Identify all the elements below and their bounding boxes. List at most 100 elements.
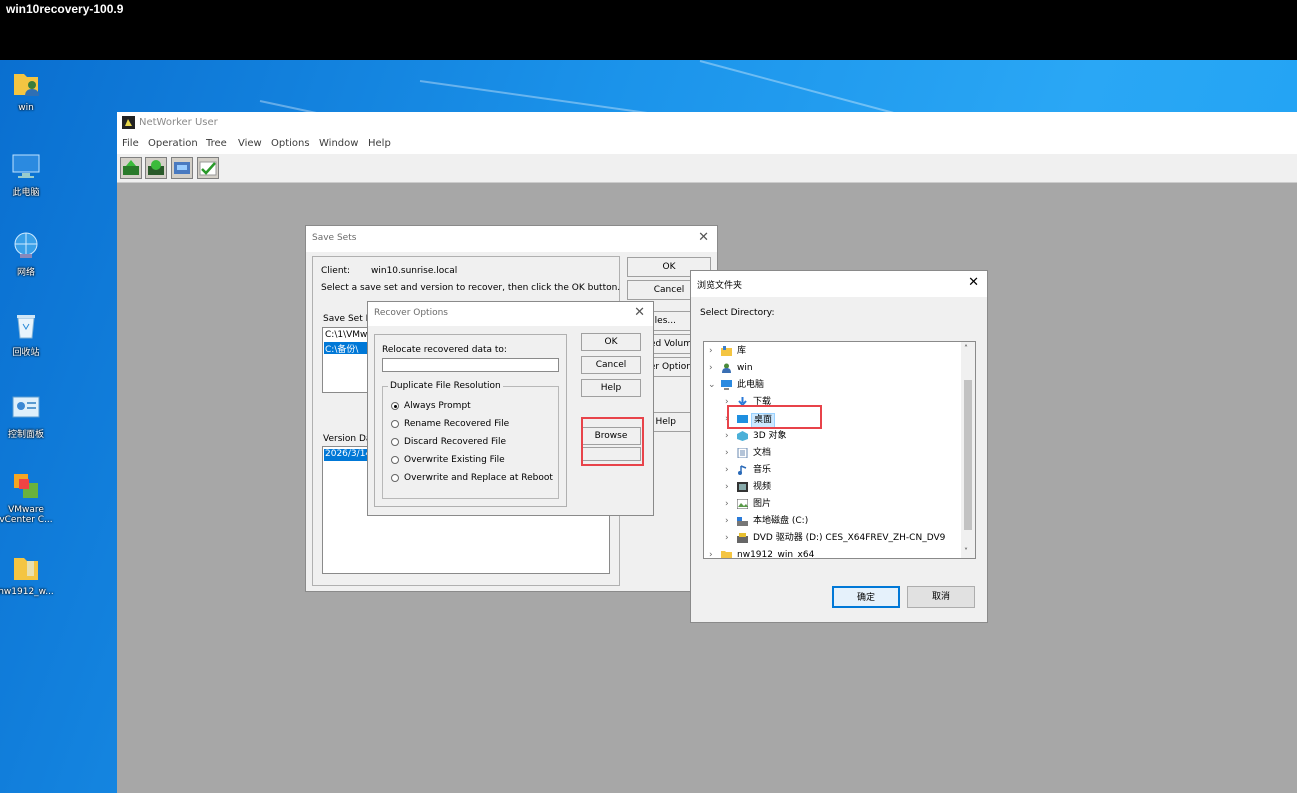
top-bar: win10recovery-100.9 (0, 0, 1297, 60)
recover-options-ok-button[interactable]: OK (581, 333, 641, 351)
drive-icon (737, 516, 748, 526)
menu-window[interactable]: Window (319, 138, 358, 149)
close-icon[interactable]: ✕ (634, 305, 645, 320)
networker-titlebar: NetWorker User (117, 112, 1297, 134)
verify-icon (174, 162, 190, 174)
save-set-list[interactable]: C:\1\VMw C:\备份\ (322, 327, 370, 393)
chevron-right-icon[interactable]: › (709, 343, 713, 360)
networker-title: NetWorker User (139, 117, 218, 128)
chevron-right-icon[interactable]: › (709, 547, 713, 558)
chevron-down-icon[interactable]: ⌄ (708, 377, 716, 394)
menu-file[interactable]: File (122, 138, 139, 149)
list-item-selected[interactable]: C:\备份\ (324, 342, 369, 355)
desktop-icon-label: win (18, 103, 34, 113)
chevron-right-icon[interactable]: › (725, 496, 729, 513)
option-label: Discard Recovered File (404, 437, 507, 447)
dvd-icon (737, 533, 748, 543)
menu-help[interactable]: Help (368, 138, 391, 149)
browse-folder-title: 浏览文件夹 (697, 281, 743, 291)
library-icon (721, 346, 732, 356)
music-icon (737, 465, 748, 475)
list-item-selected[interactable]: 2026/3/14 (324, 449, 371, 461)
annotation-highlight-browse (581, 417, 644, 466)
toolbar-save-button[interactable] (145, 157, 167, 179)
desktop-icon-recycle-bin[interactable]: 回收站 (0, 310, 56, 358)
scroll-down-icon[interactable]: ˅ (964, 547, 968, 556)
computer-icon (721, 380, 732, 390)
menu-operation[interactable]: Operation (148, 138, 198, 149)
desktop-icon-label: 回收站 (12, 348, 40, 358)
recover-options-titlebar: Recover Options ✕ (368, 302, 653, 326)
desktop-icon-this-pc[interactable]: 此电脑 (0, 150, 56, 198)
networker-app-icon (122, 116, 135, 129)
top-bar-title: win10recovery-100.9 (6, 2, 124, 16)
radio-overwrite-existing[interactable] (391, 456, 399, 464)
vmware-icon (10, 470, 42, 502)
duplicate-file-group-title: Duplicate File Resolution (388, 381, 503, 391)
list-item[interactable]: C:\1\VMw (325, 330, 367, 340)
option-label: Rename Recovered File (404, 419, 510, 429)
radio-discard-recovered[interactable] (391, 438, 399, 446)
select-directory-label: Select Directory: (700, 308, 775, 318)
desktop-icon-label: 此电脑 (12, 188, 40, 198)
desktop-icon-control-panel[interactable]: 控制面板 (0, 392, 56, 440)
control-panel-icon (10, 392, 42, 424)
networker-toolbar (117, 154, 1297, 183)
chevron-right-icon[interactable]: › (725, 530, 729, 547)
check-icon (199, 161, 217, 176)
radio-overwrite-reboot[interactable] (391, 474, 399, 482)
desktop-icon-network[interactable]: 网络 (0, 230, 56, 278)
save-sets-instruction: Select a save set and version to recover… (321, 283, 621, 293)
recover-options-help-button[interactable]: Help (581, 379, 641, 397)
scrollbar-thumb[interactable] (964, 380, 972, 530)
user-icon (721, 363, 732, 373)
desktop-icon-label-line2: vCenter C... (0, 515, 53, 525)
close-icon[interactable]: ✕ (698, 230, 709, 245)
annotation-highlight-desktop (727, 405, 822, 429)
recycle-bin-icon (10, 310, 42, 342)
desktop-icon-label: VMware (8, 505, 44, 515)
desktop-icon-vmware[interactable]: VMware vCenter C... (0, 470, 56, 525)
3d-objects-icon (737, 431, 748, 441)
recover-options-cancel-button[interactable]: Cancel (581, 356, 641, 374)
user-folder-icon (10, 68, 42, 100)
video-icon (737, 482, 748, 492)
chevron-right-icon[interactable]: › (725, 428, 729, 445)
recover-icon (123, 160, 139, 175)
toolbar-check-button[interactable] (197, 157, 219, 179)
folder-tree[interactable]: ˄ ˅ › 库 › win ⌄ 此电脑 › 下载 › 桌面 › 3D 对象 › … (703, 341, 976, 559)
chevron-right-icon[interactable]: › (725, 445, 729, 462)
toolbar-verify-button[interactable] (171, 157, 193, 179)
chevron-right-icon[interactable]: › (709, 360, 713, 377)
desktop-icon-label: nw1912_w... (0, 587, 54, 597)
networker-menubar: File Operation Tree View Options Window … (117, 134, 1297, 154)
relocate-input[interactable] (382, 358, 559, 372)
desktop-icon-win[interactable]: win (0, 68, 56, 113)
scroll-up-icon[interactable]: ˄ (964, 344, 968, 353)
client-value: win10.sunrise.local (371, 266, 458, 276)
recover-options-dialog: Recover Options ✕ Relocate recovered dat… (367, 301, 654, 516)
toolbar-recover-button[interactable] (120, 157, 142, 179)
folder-icon (10, 552, 42, 584)
radio-always-prompt[interactable] (391, 402, 399, 410)
network-icon (10, 230, 42, 262)
browse-folder-titlebar: 浏览文件夹 ✕ (691, 271, 987, 297)
desktop-icon-nw1912[interactable]: nw1912_w... (0, 552, 56, 597)
menu-view[interactable]: View (238, 138, 262, 149)
client-label: Client: (321, 266, 351, 276)
close-icon[interactable]: ✕ (968, 275, 979, 290)
chevron-right-icon[interactable]: › (725, 479, 729, 496)
chevron-right-icon[interactable]: › (725, 462, 729, 479)
folder-icon (721, 550, 732, 558)
browse-cancel-button[interactable]: 取消 (907, 586, 975, 608)
option-label: Overwrite Existing File (404, 455, 505, 465)
browse-folder-dialog: 浏览文件夹 ✕ Select Directory: ˄ ˅ › 库 › win … (690, 270, 988, 623)
browse-ok-button[interactable]: 确定 (832, 586, 900, 608)
desktop-icon-label: 网络 (16, 268, 35, 278)
menu-tree[interactable]: Tree (206, 138, 227, 149)
radio-rename-recovered[interactable] (391, 420, 399, 428)
save-icon (148, 160, 164, 175)
menu-options[interactable]: Options (271, 138, 310, 149)
tree-scrollbar[interactable]: ˄ ˅ (961, 342, 975, 558)
chevron-right-icon[interactable]: › (725, 513, 729, 530)
